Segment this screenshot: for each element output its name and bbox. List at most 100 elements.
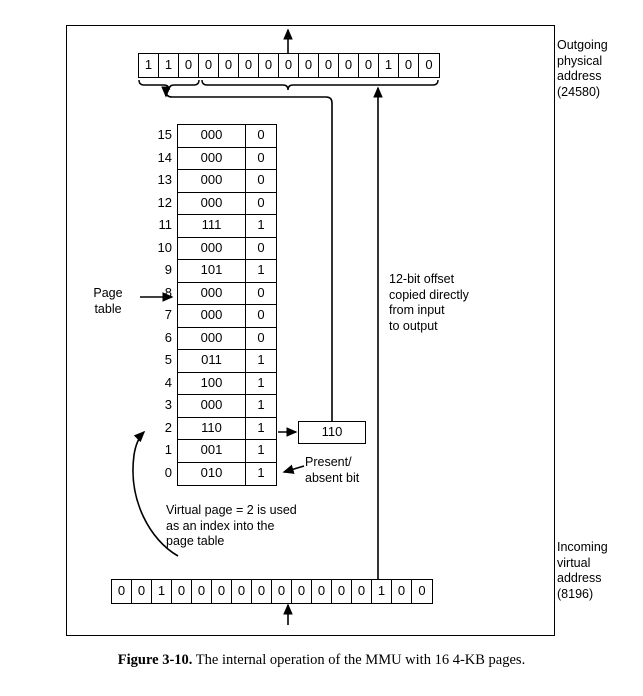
physical-address-bit-1: 1 (159, 54, 179, 77)
virtual-address-bit-14: 0 (392, 580, 412, 603)
incoming-virtual-address-label: Incoming virtual address (8196) (557, 540, 608, 601)
page-table-frame-4: 100 (178, 372, 246, 394)
page-table-present-bit-13: 0 (257, 172, 265, 187)
page-table-present-bit-7: 0 (257, 307, 265, 322)
page-table-row: 111 1 (178, 215, 276, 238)
virtual-page-index-note: Virtual page = 2 is used as an index int… (166, 503, 297, 548)
page-table-index-3: 3 (164, 397, 172, 412)
page-table-row: 001 1 (178, 440, 276, 463)
page-table-row: 110 1 (178, 417, 276, 440)
page-table-frame-10: 000 (178, 237, 246, 259)
offset-copy-note: 12-bit offset copied directly from input… (389, 272, 469, 333)
physical-address-bit-14: 0 (425, 57, 433, 72)
page-table-present-bit-2: 1 (257, 419, 265, 435)
virtual-address-bit-7: 0 (252, 580, 272, 603)
page-table-present-bit-3: 1 (257, 397, 265, 412)
page-table-frame-7: 000 (178, 305, 246, 327)
page-table-frame-12: 000 (178, 192, 246, 214)
physical-address-bit-4: 0 (219, 54, 239, 77)
page-table-frame-8: 000 (178, 282, 246, 304)
page-table-frame-6: 000 (178, 327, 246, 349)
figure-caption-label: Figure 3-10. (117, 652, 193, 668)
physical-address-bit-2: 0 (179, 54, 199, 77)
page-table-present-bit-1: 1 (257, 442, 265, 457)
page-table-index-4: 4 (164, 374, 172, 390)
page-table-frame-13: 000 (178, 170, 246, 192)
virtual-address-bit-13: 1 (372, 580, 392, 603)
physical-address-bits: 110000000000100 (138, 53, 440, 78)
page-table-index-column: 15 14 13 12 11 10 9 8 7 6 5 4 3 2 1 0 (146, 124, 172, 484)
page-table-present-bit-9: 1 (257, 262, 265, 277)
page-table-row: 100 1 (178, 372, 276, 395)
virtual-address-bit-9: 0 (292, 580, 312, 603)
page-table-row: 101 1 (178, 260, 276, 283)
physical-address-bit-12: 1 (379, 54, 399, 77)
present-absent-bit-note: Present/ absent bit (305, 455, 360, 485)
page-table-present-bit-12: 0 (257, 194, 265, 210)
page-table-present-bit-4: 1 (257, 374, 265, 390)
page-table-present-bit-0: 1 (257, 464, 265, 480)
page-table-row: 000 1 (178, 395, 276, 418)
page-table-index-0: 0 (164, 464, 172, 480)
page-table-index-12: 12 (157, 194, 172, 210)
figure-caption: Figure 3-10. The internal operation of t… (0, 652, 643, 669)
frame-number-box: 110 (298, 421, 366, 444)
page-table-row: 011 1 (178, 350, 276, 373)
virtual-address-bit-6: 0 (232, 580, 252, 603)
page-table: 000 0 000 0 000 0 000 0 111 1 000 0 101 1 000 0 000 0 000 0… (177, 124, 277, 486)
page-table-frame-14: 000 (178, 147, 246, 169)
page-table-index-8: 8 (164, 284, 172, 300)
page-table-row: 000 0 (178, 305, 276, 328)
physical-address-bit-6: 0 (259, 54, 279, 77)
page-table-present-bit-8: 0 (257, 284, 265, 300)
page-table-row: 000 0 (178, 170, 276, 193)
physical-address-bit-13: 0 (399, 54, 419, 77)
page-table-frame-3: 000 (178, 395, 246, 417)
page-table-row: 000 0 (178, 192, 276, 215)
page-table-frame-2: 110 (178, 417, 246, 439)
physical-address-bit-9: 0 (319, 54, 339, 77)
physical-address-bit-8: 0 (299, 54, 319, 77)
virtual-address-bit-15: 0 (418, 583, 426, 598)
page-table-index-6: 6 (164, 329, 172, 345)
virtual-address-bit-1: 0 (132, 580, 152, 603)
page-table-row: 000 0 (178, 282, 276, 305)
virtual-address-bits: 0010000000000100 (111, 579, 433, 604)
page-table-present-bit-14: 0 (257, 149, 265, 165)
figure-caption-text: The internal operation of the MMU with 1… (192, 652, 526, 668)
virtual-address-bit-12: 0 (352, 580, 372, 603)
virtual-address-bit-5: 0 (212, 580, 232, 603)
page-table-index-14: 14 (157, 149, 172, 165)
page-table-index-5: 5 (164, 352, 172, 367)
page-table-index-2: 2 (164, 419, 172, 435)
page-table-present-bit-11: 1 (257, 217, 265, 232)
page-table-index-10: 10 (157, 239, 172, 255)
page-table-present-bit-15: 0 (257, 127, 265, 142)
page-table-row: 010 1 (178, 462, 276, 485)
page-table-frame-1: 001 (178, 440, 246, 462)
page-table-index-1: 1 (164, 442, 172, 457)
physical-address-bit-3: 0 (199, 54, 219, 77)
virtual-address-bit-2: 1 (152, 580, 172, 603)
page-table-index-15: 15 (157, 127, 172, 142)
virtual-address-bit-10: 0 (312, 580, 332, 603)
physical-address-bit-0: 1 (139, 54, 159, 77)
page-table-frame-11: 111 (178, 215, 246, 237)
virtual-address-bit-11: 0 (332, 580, 352, 603)
page-table-index-11: 11 (158, 217, 173, 232)
virtual-address-bit-3: 0 (172, 580, 192, 603)
page-table-frame-15: 000 (178, 125, 246, 147)
outgoing-physical-address-label: Outgoing physical address (24580) (557, 38, 608, 99)
physical-address-bit-7: 0 (279, 54, 299, 77)
virtual-address-bit-8: 0 (272, 580, 292, 603)
page-table-frame-0: 010 (178, 462, 246, 485)
virtual-address-bit-4: 0 (192, 580, 212, 603)
physical-address-bit-5: 0 (239, 54, 259, 77)
virtual-address-bit-0: 0 (112, 580, 132, 603)
page-table-row: 000 0 (178, 147, 276, 170)
page-table-frame-9: 101 (178, 260, 246, 282)
page-table-row: 000 0 (178, 237, 276, 260)
page-table-frame-5: 011 (178, 350, 246, 372)
page-table-index-9: 9 (164, 262, 172, 277)
page-table-present-bit-6: 0 (257, 329, 265, 345)
